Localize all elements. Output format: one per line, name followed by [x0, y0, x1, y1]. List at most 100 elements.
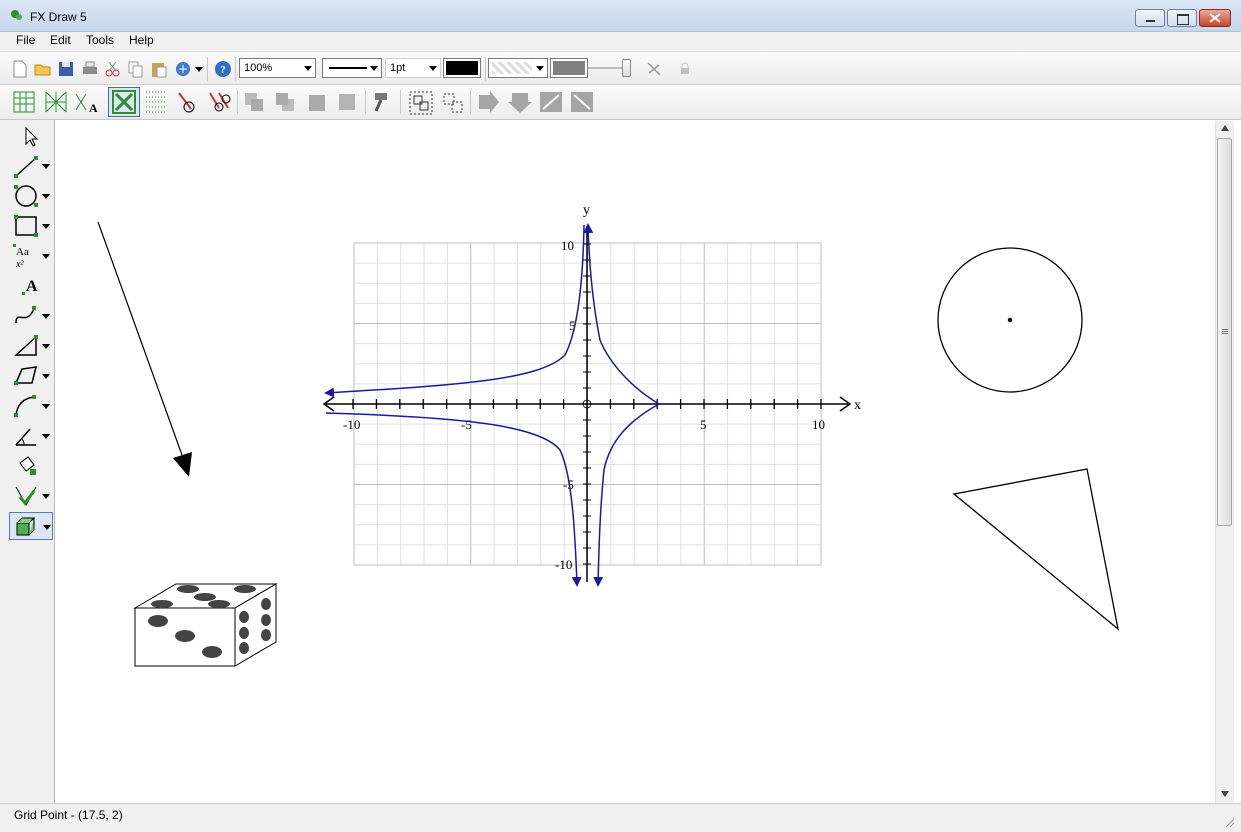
scroll-up-icon[interactable]: [1221, 125, 1229, 131]
dice-shape[interactable]: [133, 583, 278, 667]
rotate-left-icon[interactable]: [539, 91, 563, 113]
grid-icon[interactable]: [12, 90, 36, 114]
chevron-down-icon[interactable]: [42, 494, 50, 499]
y-axis-label: y: [583, 203, 590, 218]
curve-branch-upper-right: [583, 223, 660, 405]
close-button[interactable]: [1199, 9, 1231, 27]
chevron-down-icon: [429, 66, 437, 71]
text-tool-icon[interactable]: A: [12, 273, 40, 299]
toolbar-separator: [207, 57, 208, 81]
chevron-down-icon[interactable]: [42, 254, 50, 259]
chevron-down-icon[interactable]: [42, 194, 50, 199]
curve-branch-lower-right: [593, 403, 660, 587]
x-tick-label: -5: [461, 417, 472, 432]
transparency-slider-thumb[interactable]: [622, 59, 631, 77]
format-painter-icon[interactable]: [371, 91, 393, 113]
save-icon[interactable]: [57, 60, 75, 78]
maximize-button[interactable]: [1167, 9, 1197, 27]
curve-tool-icon[interactable]: [12, 303, 40, 329]
bring-to-front-icon[interactable]: [243, 91, 265, 113]
zoom-combo[interactable]: 100%: [239, 58, 316, 78]
snap-toggle-button[interactable]: [108, 87, 140, 117]
vertical-scrollbar[interactable]: [1215, 121, 1234, 803]
chevron-down-icon: [304, 66, 312, 71]
points-tool-icon[interactable]: [207, 90, 231, 114]
grid-labels-icon[interactable]: A: [74, 90, 100, 114]
toolbar-separator: [470, 90, 471, 114]
unlink-icon[interactable]: [646, 61, 662, 77]
minimize-icon: [1146, 20, 1155, 22]
polygon-tool-icon[interactable]: [12, 363, 40, 389]
menu-help[interactable]: Help: [129, 33, 154, 47]
toolbar-separator: [237, 90, 238, 114]
svg-text:?: ?: [220, 64, 226, 76]
triangle-tool-icon[interactable]: [12, 333, 40, 359]
circle-shape[interactable]: [937, 247, 1083, 393]
chevron-down-icon[interactable]: [42, 344, 50, 349]
send-to-back-icon[interactable]: [274, 91, 296, 113]
send-backward-icon[interactable]: [336, 91, 358, 113]
toolbar-separator: [400, 90, 401, 114]
new-file-icon[interactable]: [12, 60, 28, 78]
line-width-combo[interactable]: 1pt: [385, 58, 441, 78]
status-bar: Grid Point - (17.5, 2): [0, 803, 1241, 832]
toolbar-separator: [485, 57, 486, 81]
cut-icon[interactable]: [104, 60, 122, 78]
angle-tool-icon[interactable]: [12, 423, 40, 449]
point-tool-icon[interactable]: [176, 90, 198, 114]
chevron-down-icon[interactable]: [42, 314, 50, 319]
function-graph[interactable]: x y -10 -5 5 10 10 5 -5 -10: [322, 203, 861, 587]
dot-grid-icon[interactable]: [144, 90, 168, 114]
menu-file[interactable]: File: [16, 33, 35, 47]
canvas-drawing: x y -10 -5 5 10 10 5 -5 -10: [97, 203, 1119, 667]
toolbar-separator: [235, 57, 236, 81]
chevron-down-icon[interactable]: [42, 164, 50, 169]
menu-edit[interactable]: Edit: [50, 33, 71, 47]
ungroup-icon[interactable]: [440, 90, 466, 116]
minimize-button[interactable]: [1135, 9, 1165, 27]
ellipse-tool-icon[interactable]: [12, 183, 40, 209]
open-folder-icon[interactable]: [34, 60, 52, 78]
select-pointer-icon[interactable]: [12, 124, 40, 150]
main-toolbar: ? 100% 1pt: [0, 51, 1241, 85]
rectangle-tool-icon[interactable]: [12, 213, 40, 239]
help-icon[interactable]: ?: [214, 60, 232, 78]
curve-branch-upper-left: [324, 224, 585, 398]
export-dropdown-icon[interactable]: [195, 67, 203, 72]
flip-horizontal-icon[interactable]: [477, 91, 501, 113]
scrollbar-thumb[interactable]: [1217, 138, 1232, 526]
equation-tool-icon[interactable]: Aax²: [12, 243, 40, 269]
fill-pattern-combo[interactable]: [488, 58, 548, 78]
group-icon[interactable]: [408, 90, 434, 116]
lock-icon[interactable]: [678, 62, 692, 76]
chevron-down-icon[interactable]: [42, 434, 50, 439]
menu-tools[interactable]: Tools: [86, 33, 114, 47]
arc-tool-icon[interactable]: [12, 393, 40, 419]
fill-bucket-icon[interactable]: [12, 453, 40, 479]
chevron-down-icon[interactable]: [42, 224, 50, 229]
export-icon[interactable]: [174, 60, 192, 78]
chevron-down-icon[interactable]: [42, 404, 50, 409]
transparency-slider-track: [588, 67, 624, 69]
rotate-right-icon[interactable]: [570, 91, 594, 113]
line-style-combo[interactable]: [322, 58, 382, 78]
svg-text:A: A: [26, 278, 38, 295]
scroll-down-icon[interactable]: [1221, 791, 1229, 797]
line-color-button[interactable]: [443, 58, 481, 78]
triangle-shape[interactable]: [952, 468, 1119, 631]
resize-grip-icon[interactable]: [1225, 818, 1235, 828]
arrow-shape[interactable]: [97, 221, 192, 477]
copy-icon[interactable]: [127, 60, 145, 78]
graph-tool-icon[interactable]: [12, 483, 40, 509]
drawing-canvas[interactable]: x y -10 -5 5 10 10 5 -5 -10: [56, 121, 1189, 803]
isometric-grid-icon[interactable]: [44, 90, 68, 114]
fill-color-button[interactable]: [550, 58, 588, 78]
menu-bar: File Edit Tools Help: [0, 32, 1241, 50]
3d-shapes-tool-button[interactable]: [9, 512, 53, 540]
flip-vertical-icon[interactable]: [508, 91, 532, 113]
bring-forward-icon[interactable]: [305, 91, 327, 113]
paste-icon[interactable]: [150, 60, 168, 78]
line-tool-icon[interactable]: [12, 154, 40, 180]
chevron-down-icon[interactable]: [42, 374, 50, 379]
print-icon[interactable]: [81, 60, 99, 78]
